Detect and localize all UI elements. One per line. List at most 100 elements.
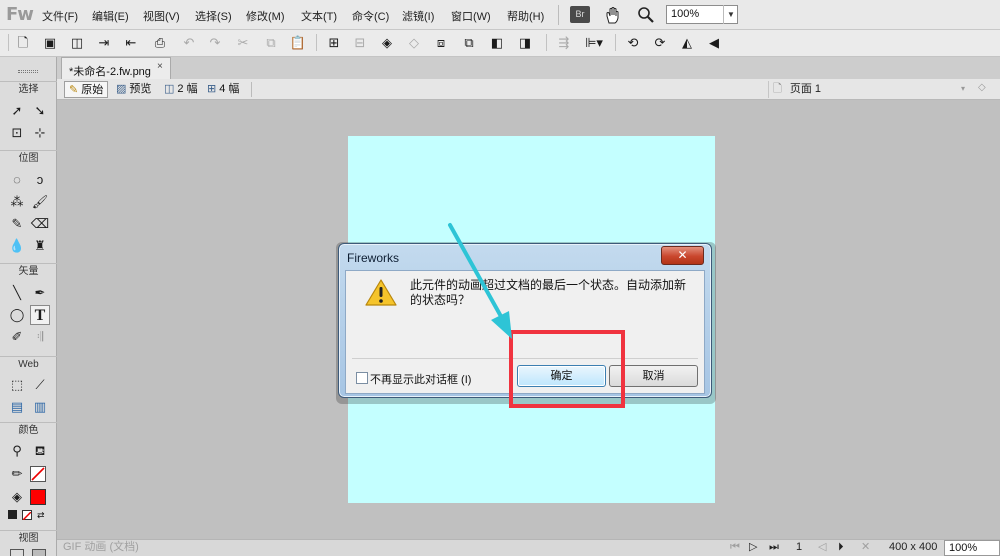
stroke-color-swatch[interactable] (30, 466, 46, 482)
eraser-tool-icon[interactable]: ⌫ (30, 214, 50, 234)
warning-icon (365, 279, 397, 306)
join-icon[interactable]: ◈ (378, 34, 396, 52)
standard-screen-mode-icon[interactable] (10, 549, 24, 556)
knife-tool-icon[interactable]: 𝄇 (30, 327, 50, 347)
view-4up-button[interactable]: ⊞ 4 幅 (207, 81, 239, 98)
dialog-close-button[interactable]: ✕ (661, 246, 704, 265)
crop-tool-icon[interactable]: ⊹ (30, 123, 50, 143)
no-color-icon[interactable] (22, 510, 32, 521)
play-icon[interactable]: ▷ (749, 541, 757, 554)
copy-icon[interactable]: ⧉ (262, 34, 280, 52)
pointer-tool-icon[interactable]: ➚ (7, 101, 27, 121)
status-zoom-select[interactable]: 100% (944, 540, 1000, 556)
print-icon[interactable]: ⎙ (151, 34, 169, 52)
chevron-down-icon[interactable]: ▾ (961, 84, 965, 93)
hide-slices-icon[interactable]: ▤ (7, 397, 27, 417)
preview-icon: ▨ (116, 83, 127, 95)
document-status: GIF 动画 (文档) (63, 541, 139, 553)
swap-colors-icon[interactable]: ⇄ (37, 510, 49, 520)
hand-tool-icon[interactable] (604, 5, 622, 25)
split-icon[interactable]: ◇ (405, 34, 423, 52)
view-original-button[interactable]: ✎ 原始 (64, 81, 109, 98)
open-icon[interactable]: ◫ (68, 34, 86, 52)
save-icon[interactable]: ▣ (41, 34, 59, 52)
group-icon[interactable]: ⊞ (325, 34, 343, 52)
first-frame-icon[interactable]: ⏮ (730, 541, 740, 554)
menu-text[interactable]: 文本(T) (301, 8, 337, 24)
eyedropper-tool-icon[interactable]: ⚲ (7, 441, 27, 461)
paste-icon[interactable]: 📋 (289, 34, 307, 52)
frame-number: 1 (796, 541, 803, 553)
bridge-button[interactable]: Br (570, 6, 590, 23)
menu-filters[interactable]: 滤镜(I) (402, 8, 434, 24)
rotate-right-icon[interactable]: ⟳ (651, 34, 669, 52)
view-2up-button[interactable]: ◫ 2 幅 (164, 81, 198, 98)
scale-tool-icon[interactable]: ⊡ (7, 123, 27, 143)
pencil-tool-icon[interactable]: ✎ (7, 214, 27, 234)
subselect-tool-icon[interactable]: ➘ (30, 101, 50, 121)
close-icon[interactable]: × (157, 61, 163, 72)
brush-tool-icon[interactable]: 🖌 (30, 192, 50, 212)
default-colors-icon[interactable] (8, 510, 17, 519)
redo-icon[interactable]: ↷ (206, 34, 224, 52)
menu-modify[interactable]: 修改(M) (246, 8, 285, 24)
bring-to-front-icon[interactable]: ⧈ (432, 34, 450, 52)
import-icon[interactable]: ⇥ (95, 34, 113, 52)
lasso-tool-icon[interactable]: ↄ (30, 170, 50, 190)
last-frame-icon[interactable]: ⏭ (769, 541, 779, 554)
marquee-tool-icon[interactable]: ◌ (7, 170, 27, 190)
menu-view[interactable]: 视图(V) (143, 8, 180, 24)
zoom-tool-icon[interactable] (637, 6, 655, 24)
panel-grip[interactable] (18, 70, 38, 73)
flip-vertical-icon[interactable]: ◀ (705, 34, 723, 52)
stop-icon[interactable]: ✕ (861, 541, 870, 554)
rubber-stamp-tool-icon[interactable]: ♜ (30, 236, 50, 256)
blur-tool-icon[interactable]: 💧 (7, 236, 27, 256)
dont-show-again-label[interactable]: 不再显示此对话框 (I) (370, 371, 471, 387)
app-logo: Fw (6, 4, 34, 25)
slice-tool-icon[interactable]: ⟋ (30, 375, 50, 395)
export-icon[interactable]: ⇤ (122, 34, 140, 52)
menu-select[interactable]: 选择(S) (195, 8, 232, 24)
fill-color-swatch[interactable] (30, 489, 46, 505)
hotspot-tool-icon[interactable]: ⬚ (7, 375, 27, 395)
text-tool-icon[interactable]: T (30, 305, 50, 325)
view-preview-button[interactable]: ▨ 预览 (116, 81, 151, 98)
undo-icon[interactable]: ↶ (180, 34, 198, 52)
viewbar-separator (251, 82, 252, 97)
paint-bucket-tool-icon[interactable]: ⛾ (30, 441, 50, 461)
chevron-down-icon[interactable]: ▼ (723, 5, 738, 24)
send-backward-icon[interactable]: ◧ (488, 34, 506, 52)
status-bar (57, 539, 1000, 556)
align-dropdown-icon[interactable]: ⊫▾ (581, 34, 607, 52)
line-tool-icon[interactable]: ╲ (7, 283, 27, 303)
freeform-tool-icon[interactable]: ✐ (7, 327, 27, 347)
cut-icon[interactable]: ✂ (234, 34, 252, 52)
pen-tool-icon[interactable]: ✒ (30, 283, 50, 303)
new-document-icon[interactable]: 🗋 (14, 34, 32, 52)
two-up-icon: ◫ (164, 83, 175, 95)
dont-show-again-checkbox[interactable] (356, 372, 368, 384)
page-next-icon[interactable]: ◇ (978, 82, 986, 93)
distribute-icon[interactable]: ⇶ (555, 34, 573, 52)
menu-help[interactable]: 帮助(H) (507, 8, 544, 24)
flip-horizontal-icon[interactable]: ◭ (678, 34, 696, 52)
previous-frame-icon[interactable]: ◁ (818, 541, 826, 554)
page-select[interactable]: 🗋 页面 1 (768, 81, 973, 98)
send-to-back-icon[interactable]: ◨ (516, 34, 534, 52)
rotate-left-icon[interactable]: ⟲ (624, 34, 642, 52)
bring-forward-icon[interactable]: ⧉ (460, 34, 478, 52)
menu-file[interactable]: 文件(F) (42, 8, 78, 24)
four-up-icon: ⊞ (207, 83, 217, 95)
menu-commands[interactable]: 命令(C) (352, 8, 389, 24)
menu-edit[interactable]: 编辑(E) (92, 8, 129, 24)
menu-window[interactable]: 窗口(W) (451, 8, 491, 24)
canvas-size: 400 x 400 (889, 541, 938, 553)
document-tab[interactable]: *未命名-2.fw.png (61, 57, 171, 79)
magic-wand-tool-icon[interactable]: ⁂ (7, 192, 27, 212)
full-screen-mode-icon[interactable] (32, 549, 46, 556)
show-slices-icon[interactable]: ▥ (30, 397, 50, 417)
next-frame-icon[interactable]: ⏵ (838, 541, 844, 554)
ellipse-tool-icon[interactable]: ◯ (7, 305, 27, 325)
ungroup-icon[interactable]: ⊟ (351, 34, 369, 52)
